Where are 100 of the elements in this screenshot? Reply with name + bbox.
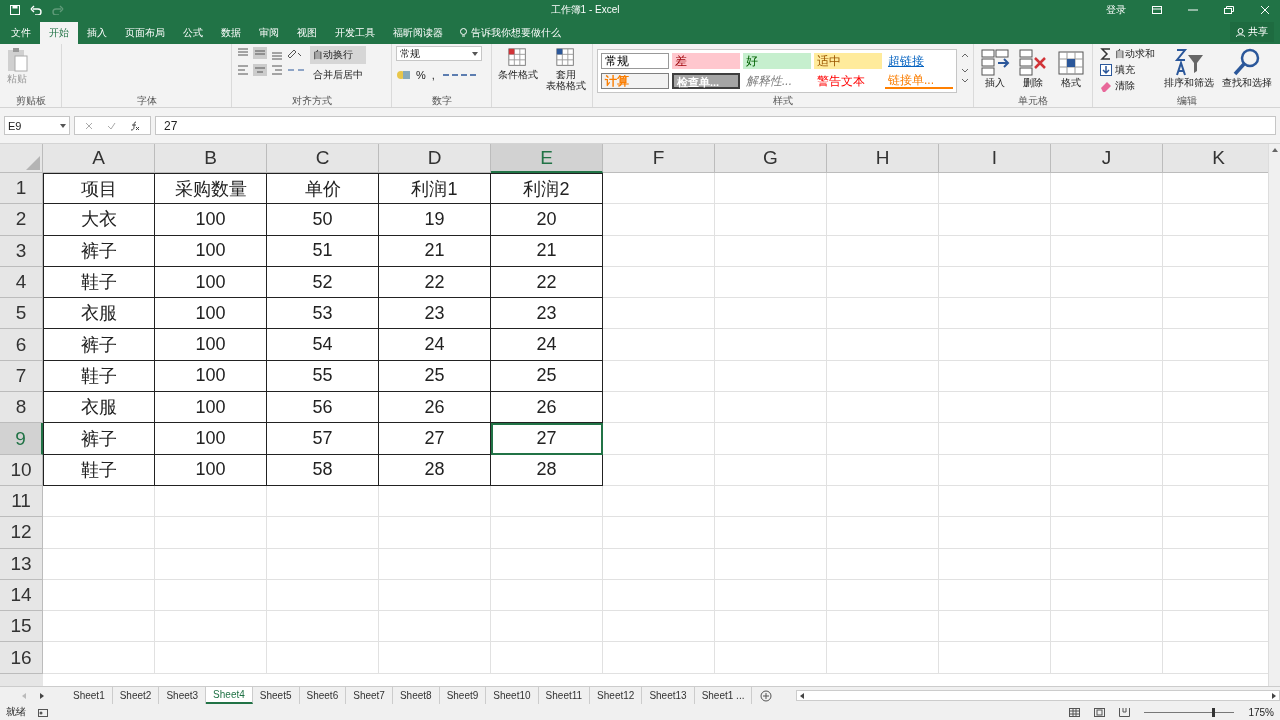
sheet-tab[interactable]: Sheet4 [206,687,253,704]
check-icon[interactable] [107,121,116,130]
page-layout-icon[interactable] [1094,707,1106,717]
row-header[interactable]: 6 [0,329,43,361]
row-header[interactable]: 13 [0,548,43,580]
add-sheet-icon[interactable] [760,689,773,702]
sum-button[interactable]: 自动求和 [1097,46,1158,62]
row-header[interactable]: 7 [0,360,43,393]
table-cell: 100 [155,454,267,486]
table-cell: 58 [267,454,379,486]
cell-style[interactable]: 适中 [814,53,882,69]
search-icon [1232,47,1262,77]
ribbon-tab[interactable]: 开发工具 [326,22,384,44]
column-header[interactable]: H [827,144,939,173]
sort-button[interactable]: 排序和筛选 [1162,46,1216,89]
row-header[interactable]: 14 [0,579,43,612]
column-header[interactable]: A [43,144,155,173]
cell-style[interactable]: 好 [743,53,811,69]
column-header[interactable]: G [715,144,827,173]
restore-icon[interactable] [1224,6,1234,14]
macro-record-icon[interactable] [38,707,48,717]
function-icon[interactable] [130,120,140,131]
ribbon-tab[interactable]: 页面布局 [116,22,174,44]
scroll-right-icon[interactable] [1272,692,1276,699]
caret-icon [60,123,66,128]
number-format-dropdown[interactable]: 常规 [396,46,482,61]
vertical-scrollbar[interactable] [1268,144,1280,686]
horizontal-scrollbar[interactable] [796,690,1280,701]
fill-button[interactable]: 填充 [1097,62,1158,78]
table-cell: 100 [155,360,267,393]
column-header[interactable]: J [1051,144,1163,173]
row-header[interactable]: 15 [0,611,43,643]
ribbon-tab[interactable]: 公式 [174,22,212,44]
wrap-text-button[interactable]: 自动换行 [310,46,366,64]
table-cell: 100 [155,392,267,424]
column-header[interactable]: E [491,144,603,173]
ribbon-display-icon[interactable] [1152,6,1162,14]
tell-me-field[interactable]: 告诉我你想要做什么 [471,26,561,40]
sum-icon [1100,48,1112,60]
column-header[interactable]: B [155,144,267,173]
percent-button[interactable]: % [416,69,426,81]
ribbon-tab[interactable]: 文件 [2,22,40,44]
ribbon-tab[interactable]: 审阅 [250,22,288,44]
scroll-left-icon[interactable] [800,692,805,699]
table-cell: 鞋子 [43,360,155,393]
row-header[interactable]: 16 [0,642,43,674]
table-cell: 25 [491,360,603,393]
row-header[interactable]: 5 [0,298,43,330]
table-cell: 22 [491,266,603,299]
comma-button[interactable]: , [431,69,435,81]
format-button[interactable]: 格式 [1054,46,1088,89]
column-header[interactable]: D [379,144,491,173]
clear-button[interactable]: 清除 [1097,78,1158,94]
table-format-button[interactable]: 套用 表格格式 [544,46,588,92]
insert-cells-icon [980,47,1010,77]
save-icon[interactable] [10,5,20,15]
find-button[interactable]: 查找和选择 [1220,46,1274,89]
cell-style[interactable]: 差 [672,53,740,69]
formula-field[interactable]: 27 [155,116,1276,135]
table-cell: 23 [379,298,491,330]
name-box[interactable]: E9 [4,116,70,135]
table-cell: 19 [379,204,491,236]
triangle-icon [26,156,40,170]
column-header[interactable]: C [267,144,379,173]
ribbon-tab[interactable]: 开始 [40,22,78,44]
normal-view-icon[interactable] [1069,707,1081,717]
delete-button[interactable]: 删除 [1016,46,1050,89]
column-header[interactable]: K [1163,144,1268,173]
zoom-level[interactable]: 175% [1248,706,1274,718]
insert-button[interactable]: 插入 [978,46,1012,89]
group-label: 剪贴板 [15,95,46,107]
row-header[interactable]: 11 [0,485,43,518]
sign-in-link[interactable]: 登录 [1106,3,1126,17]
row-header[interactable]: 2 [0,204,43,236]
conditional-format-button[interactable]: 条件格式 [496,46,540,81]
sort-filter-icon [1173,47,1205,77]
cell-style[interactable]: 常规 [601,53,669,69]
row-header[interactable]: 1 [0,173,43,205]
close-icon[interactable] [1260,5,1270,15]
row-header[interactable]: 8 [0,392,43,424]
ribbon-tab[interactable]: 插入 [78,22,116,44]
ribbon-tab[interactable]: 视图 [288,22,326,44]
scroll-up-icon[interactable] [1271,148,1278,152]
merge-center-button[interactable]: 合并后居中 [310,66,366,84]
row-header[interactable]: 12 [0,517,43,549]
share-button[interactable]: 共享 [1230,22,1274,42]
undo-icon[interactable] [30,5,42,15]
next-sheet-icon[interactable] [40,692,44,699]
row-header[interactable]: 9 [0,423,43,455]
align-center-icon [236,62,306,78]
minimize-icon[interactable] [1188,6,1198,14]
row-header[interactable]: 4 [0,266,43,299]
row-header[interactable]: 10 [0,454,43,486]
column-header[interactable]: F [603,144,715,173]
table-cell: 衣服 [43,392,155,424]
column-header[interactable]: I [939,144,1051,173]
row-header[interactable]: 3 [0,235,43,267]
ribbon-tab[interactable]: 数据 [212,22,250,44]
page-break-icon[interactable] [1119,707,1131,717]
ribbon-tab[interactable]: 福昕阅读器 [384,22,452,44]
